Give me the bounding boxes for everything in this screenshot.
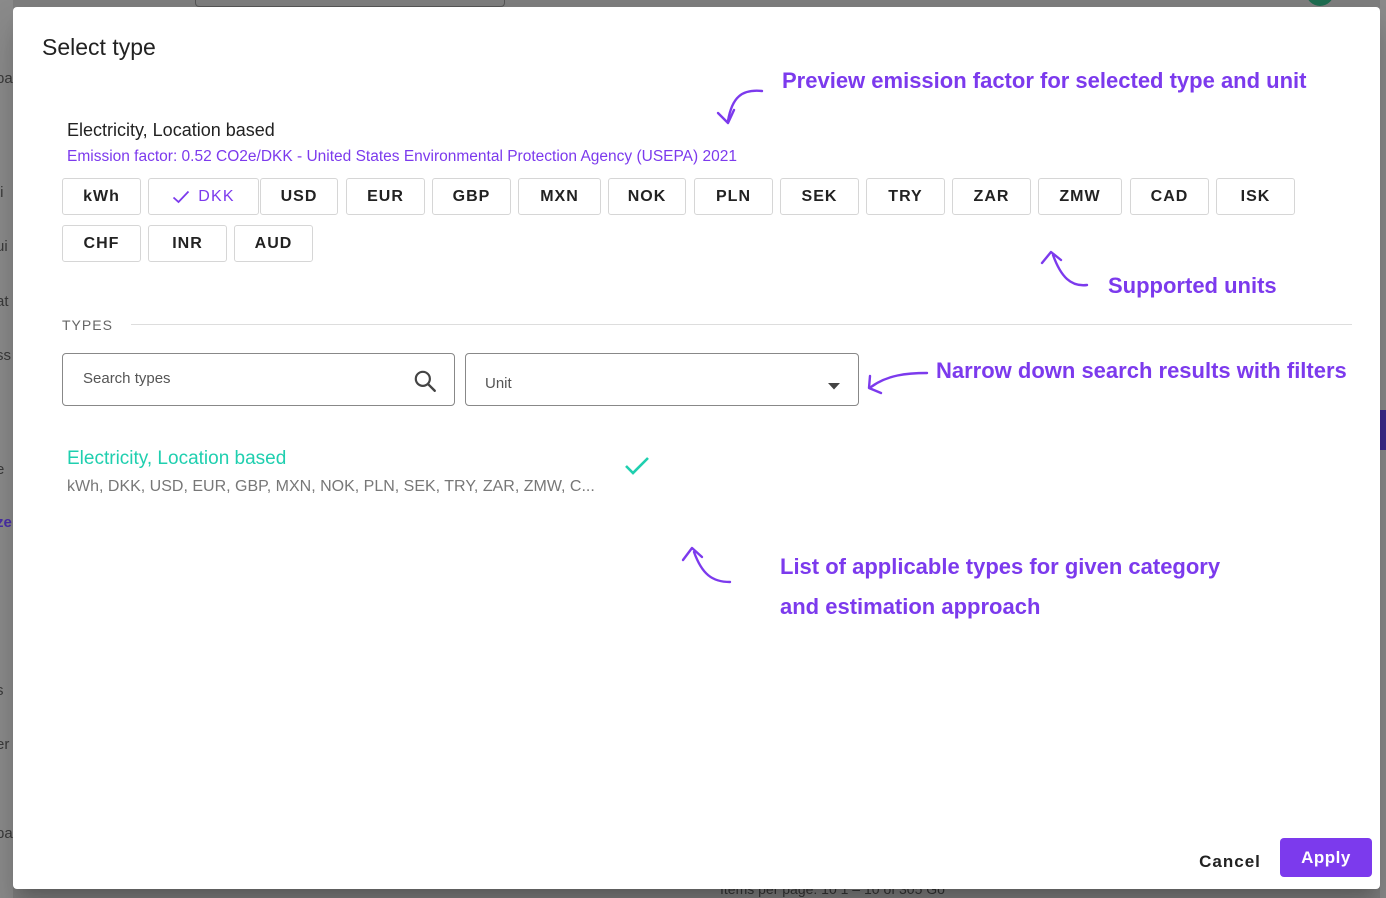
check-icon [624,456,650,481]
background-nav-fragment: ss [0,347,11,364]
unit-chip-mxn[interactable]: MXN [518,178,601,215]
preview-type-name: Electricity, Location based [67,120,275,140]
arrow-icon [681,546,732,584]
unit-chip-label: CAD [1150,187,1189,205]
unit-chip-label: ISK [1240,187,1271,205]
unit-chip-dkk[interactable]: DKK [148,178,259,215]
unit-chip-label: USD [280,187,318,205]
unit-chip-label: AUD [254,234,293,252]
caret-down-icon[interactable] [828,377,840,395]
types-divider [131,324,1352,325]
annotation-filters: Narrow down search results with filters [936,358,1347,383]
search-input[interactable] [81,369,405,388]
search-icon[interactable] [412,368,438,399]
unit-chip-kwh[interactable]: kWh [62,178,141,215]
unit-chip-zmw[interactable]: ZMW [1038,178,1122,215]
unit-chip-zar[interactable]: ZAR [952,178,1031,215]
result-type-units: kWh, DKK, USD, EUR, GBP, MXN, NOK, PLN, … [67,478,595,495]
unit-chip-try[interactable]: TRY [866,178,945,215]
annotation-list-line1: List of applicable types for given categ… [780,554,1221,579]
result-type-name[interactable]: Electricity, Location based [67,448,647,470]
unit-chip-chf[interactable]: CHF [62,225,141,262]
unit-chip-label: MXN [540,187,579,205]
cancel-button[interactable]: Cancel [1189,843,1271,881]
check-icon [172,190,190,204]
unit-chip-label: ZAR [973,187,1010,205]
background-search-bar [195,0,505,7]
background-active-marker [1380,410,1386,450]
unit-chip-gbp[interactable]: GBP [432,178,511,215]
arrow-icon [1040,250,1089,287]
background-nav-fragment: ui [0,238,8,255]
unit-chip-label: INR [172,234,203,252]
apply-button[interactable]: Apply [1280,838,1372,877]
preview-emission-factor: Emission factor: 0.52 CO2e/DKK - United … [67,148,737,165]
unit-filter-select[interactable]: Unit [465,353,859,406]
unit-chip-nok[interactable]: NOK [608,178,686,215]
unit-chip-label: GBP [452,187,491,205]
unit-chip-label: kWh [83,187,120,205]
unit-chip-cad[interactable]: CAD [1130,178,1209,215]
arrow-icon [867,371,929,395]
type-result-item[interactable]: Electricity, Location based kWh, DKK, US… [67,448,647,496]
background-nav-fragment: ze [0,514,12,531]
unit-chip-eur[interactable]: EUR [346,178,425,215]
unit-chip-pln[interactable]: PLN [694,178,773,215]
select-type-dialog: Select type Electricity, Location based … [13,7,1380,889]
arrow-icon [716,89,764,125]
unit-filter-label: Unit [485,375,512,392]
unit-chip-aud[interactable]: AUD [234,225,313,262]
annotation-preview: Preview emission factor for selected typ… [782,68,1307,93]
background-nav-fragment: pa [0,70,13,87]
annotation-list-line2: and estimation approach [780,594,1041,619]
annotation-units: Supported units [1108,273,1277,298]
unit-chip-label: TRY [888,187,923,205]
background-nav-fragment: e [0,461,5,478]
unit-chip-isk[interactable]: ISK [1216,178,1295,215]
background-nav-fragment: pa [0,825,13,842]
types-section-label: TYPES [62,317,113,333]
search-types-field[interactable] [62,353,455,406]
unit-chip-label: PLN [716,187,751,205]
dialog-title: Select type [42,34,156,60]
unit-chip-label: DKK [198,187,235,205]
unit-chip-inr[interactable]: INR [148,225,227,262]
unit-chip-label: CHF [83,234,120,252]
unit-chip-label: ZMW [1059,187,1101,205]
unit-chip-usd[interactable]: USD [260,178,338,215]
unit-chip-label: EUR [367,187,404,205]
background-nav-fragment: ti [0,184,4,201]
unit-chip-label: SEK [801,187,838,205]
background-page-left [0,0,13,898]
unit-chip-label: NOK [627,187,667,205]
background-avatar [1306,0,1334,6]
background-nav-fragment: at [0,293,9,310]
unit-chip-sek[interactable]: SEK [780,178,859,215]
background-nav-fragment: er [0,736,10,753]
background-nav-fragment: s [0,682,4,699]
